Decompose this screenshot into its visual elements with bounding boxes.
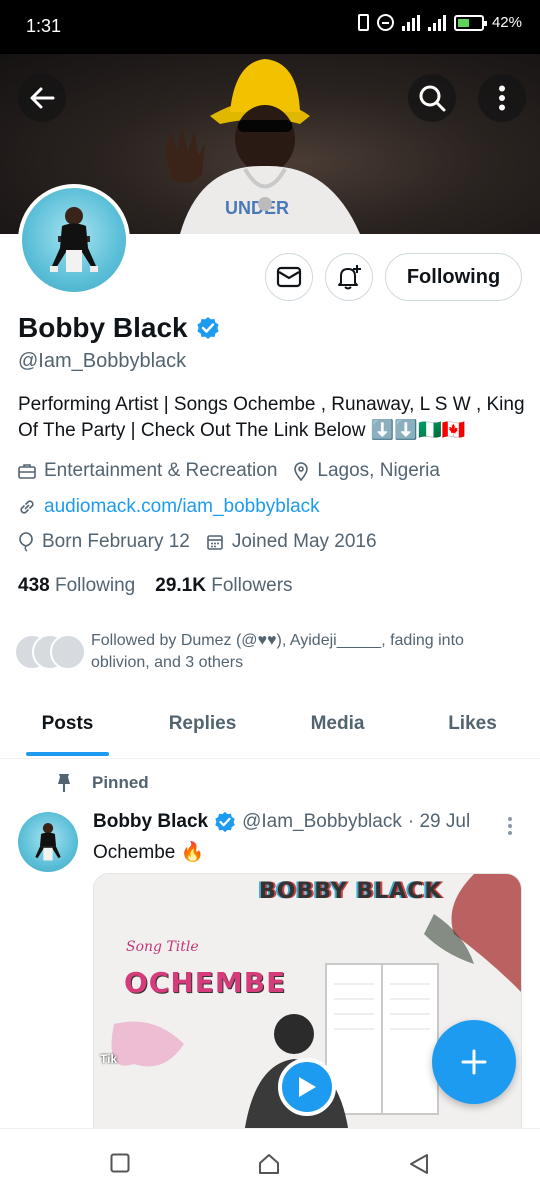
svg-text:UNDER: UNDER <box>225 198 289 218</box>
followed-by-text[interactable]: Followed by Dumez (@♥♥), Ayideji_____, f… <box>91 630 511 674</box>
profile-bio: Performing Artist | Songs Ochembe , Runa… <box>18 394 525 441</box>
link-item[interactable]: audiomack.com/iam_bobbyblack <box>18 496 320 518</box>
compose-post-button[interactable] <box>432 1020 516 1104</box>
tweet-date: · 29 Jul <box>407 811 471 832</box>
search-icon <box>419 85 446 112</box>
media-artist-text: BOBBY BLACK <box>259 879 443 904</box>
mutual-avatar <box>50 634 86 670</box>
location-item: Lagos, Nigeria <box>293 460 440 482</box>
tab-posts[interactable]: Posts <box>0 697 135 758</box>
profile-handle: @Iam_Bobbyblack <box>18 350 187 372</box>
joined-item: Joined May 2016 <box>206 531 377 553</box>
tweet-author-name[interactable]: Bobby Black <box>93 811 208 833</box>
location-pin-icon <box>294 462 309 481</box>
mail-icon <box>276 266 302 288</box>
profile-category: Entertainment & Recreation <box>44 460 278 481</box>
plus-icon <box>461 1049 487 1075</box>
tweet-text: Ochembe 🔥 <box>93 842 205 863</box>
notifications-button[interactable] <box>325 253 373 301</box>
tab-replies[interactable]: Replies <box>135 697 270 758</box>
profile-avatar[interactable] <box>18 184 130 296</box>
pin-icon <box>58 774 70 792</box>
status-icons: 42% <box>357 14 522 31</box>
back-button[interactable] <box>18 74 66 122</box>
balloon-icon <box>19 532 33 552</box>
vibrate-icon <box>357 14 369 31</box>
mutual-followers-avatars[interactable] <box>14 634 86 670</box>
profile-meta-row-1: Entertainment & Recreation Lagos, Nigeri… <box>18 460 456 482</box>
profile-name: Bobby Black <box>18 312 188 343</box>
media-title-text: OCHEMBE <box>124 966 287 999</box>
following-count: 438 <box>18 575 50 596</box>
recent-apps-icon[interactable] <box>110 1153 130 1173</box>
message-button[interactable] <box>265 253 313 301</box>
profile-location: Lagos, Nigeria <box>317 460 440 481</box>
back-nav-icon[interactable] <box>408 1153 430 1175</box>
banner-artist-photo: UNDER <box>165 59 360 234</box>
tweet-author-avatar[interactable] <box>18 812 78 872</box>
battery-icon <box>453 14 487 31</box>
calendar-icon <box>207 535 223 550</box>
search-button[interactable] <box>408 74 456 122</box>
profile-joined: Joined May 2016 <box>231 531 377 552</box>
verified-badge-icon[interactable] <box>196 316 220 340</box>
bell-plus-icon <box>338 265 361 290</box>
more-options-button[interactable] <box>478 74 526 122</box>
category-item: Entertainment & Recreation <box>18 460 277 482</box>
following-button[interactable]: Following <box>385 253 522 301</box>
avatar-image <box>22 188 126 292</box>
verified-badge-icon <box>215 811 235 833</box>
pinned-label: Pinned <box>92 773 149 792</box>
tweet-author-handle: @Iam_Bobbyblack <box>242 811 402 832</box>
follow-counts: 438 Following 29.1K Followers <box>18 575 293 597</box>
following-count-link[interactable]: 438 Following <box>18 575 135 596</box>
tiktok-watermark: Tik <box>100 1052 118 1066</box>
play-icon <box>299 1077 316 1097</box>
more-vertical-icon <box>499 85 505 111</box>
link-icon <box>20 500 34 514</box>
active-tab-indicator <box>26 752 109 756</box>
profile-link[interactable]: audiomack.com/iam_bobbyblack <box>44 496 320 518</box>
profile-tabs: Posts Replies Media Likes <box>0 697 540 759</box>
do-not-disturb-icon <box>376 14 394 31</box>
profile-meta-row-2: Born February 12 Joined May 2016 <box>18 531 393 553</box>
media-script-text: Song Title <box>126 939 199 955</box>
tweet-header: Bobby Black @Iam_Bobbyblack · 29 Jul <box>93 811 470 833</box>
followers-label: Followers <box>211 575 293 596</box>
tweet-more-icon[interactable] <box>506 816 514 836</box>
cell-signal-icon <box>427 14 446 31</box>
profile-birthday: Born February 12 <box>42 531 190 552</box>
briefcase-icon <box>18 464 36 479</box>
profile-link-row: audiomack.com/iam_bobbyblack <box>18 496 336 518</box>
followers-count-link[interactable]: 29.1K Followers <box>155 575 292 596</box>
video-play-button[interactable] <box>278 1058 336 1116</box>
birthday-item: Born February 12 <box>18 531 190 553</box>
tab-media[interactable]: Media <box>270 697 405 758</box>
display-name: Bobby Black <box>18 312 220 344</box>
battery-percent: 42% <box>491 14 522 31</box>
status-time: 1:31 <box>26 16 62 36</box>
pinned-label-row: Pinned <box>56 773 149 793</box>
following-label: Following <box>54 575 136 596</box>
arrow-left-icon <box>30 87 55 109</box>
wifi-signal-icon <box>401 14 420 31</box>
followers-count: 29.1K <box>155 575 206 596</box>
tab-likes[interactable]: Likes <box>405 697 540 758</box>
status-bar: 1:31 42% <box>0 0 540 54</box>
home-icon[interactable] <box>258 1153 280 1175</box>
system-nav-bar <box>0 1128 540 1200</box>
